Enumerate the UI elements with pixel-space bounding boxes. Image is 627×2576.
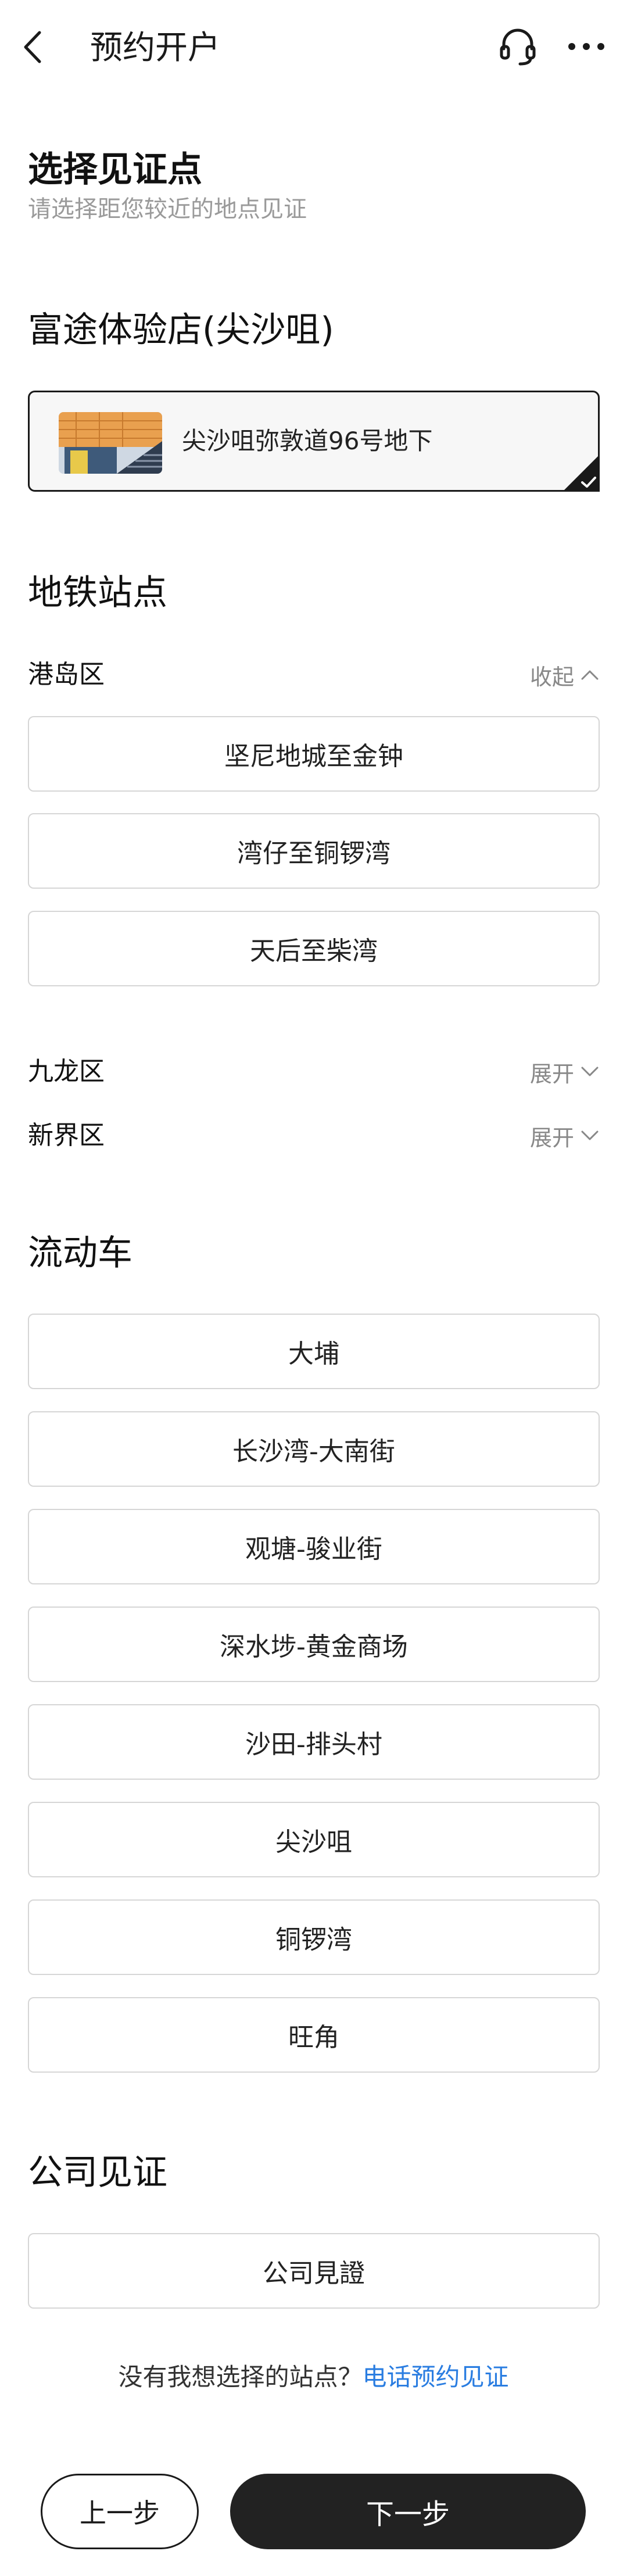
expand-toggle[interactable]: 展开 [530, 1054, 600, 1089]
store-address: 尖沙咀弥敦道96号地下 [182, 427, 433, 455]
mobile-option[interactable]: 大埔 [28, 1314, 600, 1389]
region-name: 九龙区 [28, 1057, 105, 1086]
collapse-label: 收起 [529, 664, 574, 690]
metro-option-tin-hau[interactable]: 天后至柴湾 [28, 911, 600, 986]
chevron-down-icon [581, 1130, 599, 1140]
back-arrow-icon[interactable] [19, 27, 48, 67]
top-bar: 预约开户 [0, 0, 627, 96]
mobile-option[interactable]: 观塘-骏业街 [28, 1509, 600, 1584]
metro-option-wan-chai[interactable]: 湾仔至铜锣湾 [28, 813, 600, 889]
mobile-option[interactable]: 深水埗-黄金商场 [28, 1607, 600, 1682]
mobile-option[interactable]: 沙田-排头村 [28, 1704, 600, 1780]
expand-label: 展开 [529, 1125, 574, 1151]
chevron-up-icon [581, 670, 599, 680]
company-option[interactable]: 公司見證 [28, 2233, 600, 2309]
mobile-option[interactable]: 尖沙咀 [28, 1802, 600, 1877]
witness-title: 选择见证点 [28, 149, 202, 190]
mobile-option[interactable]: 长沙湾-大南街 [28, 1411, 600, 1487]
region-new-territories[interactable]: 新界区 展开 [28, 1118, 600, 1153]
region-hk-island[interactable]: 港岛区 收起 [28, 657, 600, 692]
region-name: 新界区 [28, 1121, 105, 1150]
page-title: 预约开户 [90, 29, 220, 67]
mobile-option[interactable]: 铜锣湾 [28, 1899, 600, 1975]
expand-label: 展开 [529, 1061, 574, 1087]
store-title: 富途体验店(尖沙咀) [28, 310, 334, 350]
more-options-icon[interactable] [566, 36, 607, 57]
witness-subtitle: 请选择距您较近的地点见证 [28, 196, 307, 223]
phone-booking-link[interactable]: 电话预约见证 [363, 2363, 509, 2391]
next-step-button[interactable]: 下一步 [230, 2474, 586, 2549]
headset-icon[interactable] [497, 26, 539, 67]
collapse-toggle[interactable]: 收起 [530, 657, 600, 692]
company-title: 公司见证 [28, 2152, 167, 2193]
region-name: 港岛区 [28, 660, 105, 689]
chevron-down-icon [581, 1067, 599, 1076]
expand-toggle[interactable]: 展开 [530, 1118, 600, 1153]
prev-step-button[interactable]: 上一步 [41, 2474, 199, 2549]
metro-option-kennedy-town[interactable]: 坚尼地城至金钟 [28, 716, 600, 792]
region-kowloon[interactable]: 九龙区 展开 [28, 1054, 600, 1089]
store-option-selected[interactable]: 尖沙咀弥敦道96号地下 [28, 391, 600, 492]
footer-note: 没有我想选择的站点？电话预约见证 [0, 2357, 627, 2398]
footer-note-text: 没有我想选择的站点？ [118, 2363, 363, 2391]
selected-check-icon [562, 455, 600, 492]
mobile-option[interactable]: 旺角 [28, 1997, 600, 2073]
mobile-title: 流动车 [28, 1233, 132, 1273]
store-photo [59, 412, 162, 474]
metro-title: 地铁站点 [28, 573, 167, 613]
